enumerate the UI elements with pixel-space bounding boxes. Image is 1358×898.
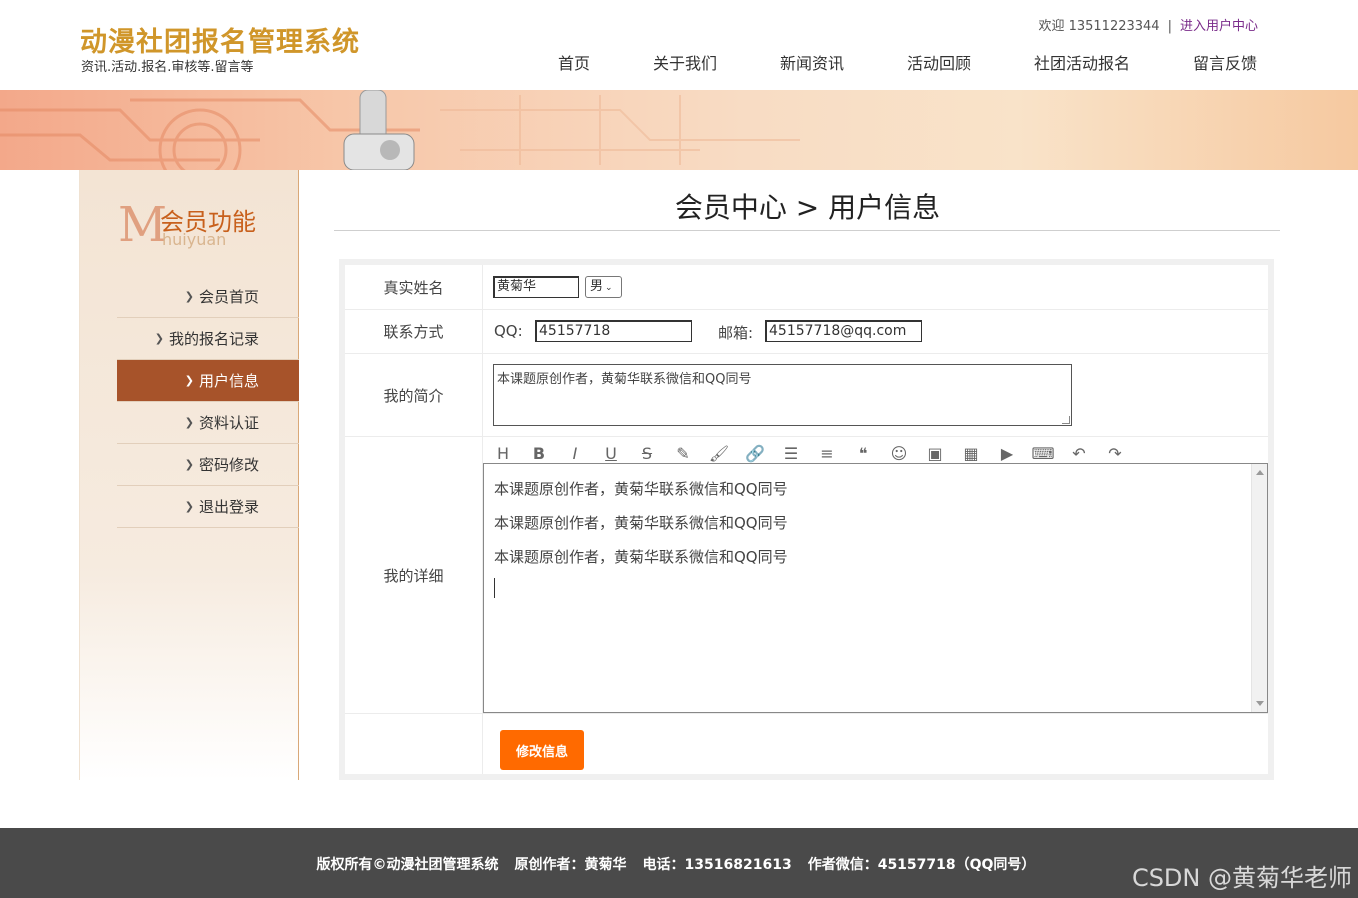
emoji-icon[interactable]: ☺ bbox=[887, 443, 911, 465]
intro-label: 我的简介 bbox=[345, 354, 483, 436]
footer-author: 原创作者：黄菊华 bbox=[515, 857, 627, 873]
undo-icon[interactable]: ↶ bbox=[1067, 443, 1091, 465]
footer: 版权所有©动漫社团管理系统原创作者：黄菊华电话：13516821613 作者微信：… bbox=[0, 828, 1358, 898]
list-icon[interactable]: ☰ bbox=[779, 443, 803, 465]
editor-scrollbar[interactable] bbox=[1251, 464, 1267, 712]
underline-icon[interactable]: U bbox=[599, 443, 623, 465]
chevron-down-icon: ⌄ bbox=[605, 283, 613, 293]
nav-feedback[interactable]: 留言反馈 bbox=[1193, 50, 1257, 74]
update-info-button[interactable]: 修改信息 bbox=[500, 730, 584, 770]
nav-news[interactable]: 新闻资讯 bbox=[780, 50, 844, 74]
email-label: 邮箱: bbox=[718, 322, 753, 343]
footer-phone: 电话：13516821613 bbox=[643, 857, 792, 873]
sidebar-item-logout[interactable]: ❯ 退出登录 bbox=[117, 486, 299, 528]
empty-label bbox=[345, 714, 483, 774]
strikethrough-icon[interactable]: S bbox=[635, 443, 659, 465]
quote-icon[interactable]: ❝ bbox=[851, 443, 875, 465]
user-info-form: 真实姓名 黄菊华 男⌄ 联系方式 QQ: 45157718 邮箱: 451577… bbox=[339, 259, 1274, 780]
robot-arm-icon bbox=[340, 90, 430, 170]
row-detail: 我的详细 H B I U S ✎ 🖌 🔗 ☰ ≡ ❝ ☺ ▣ ▦ ▶ ⌨ ↶ ↷… bbox=[345, 437, 1268, 714]
redo-icon[interactable]: ↷ bbox=[1103, 443, 1127, 465]
rich-text-editor[interactable]: 本课题原创作者，黄菊华联系微信和QQ同号 本课题原创作者，黄菊华联系微信和QQ同… bbox=[483, 463, 1268, 713]
detail-label: 我的详细 bbox=[345, 437, 483, 713]
row-contact: 联系方式 QQ: 45157718 邮箱: 45157718@qq.com bbox=[345, 310, 1268, 354]
intro-textarea[interactable]: 本课题原创作者，黄菊华联系微信和QQ同号 bbox=[493, 364, 1072, 426]
nav-home[interactable]: 首页 bbox=[558, 50, 590, 74]
sidebar-item-label: 退出登录 bbox=[199, 496, 259, 517]
user-center-link[interactable]: 进入用户中心 bbox=[1180, 19, 1258, 34]
main-nav: 首页 关于我们 新闻资讯 活动回顾 社团活动报名 留言反馈 bbox=[540, 50, 1280, 74]
chevron-right-icon: ❯ bbox=[185, 290, 194, 303]
nav-about[interactable]: 关于我们 bbox=[653, 50, 717, 74]
email-input[interactable]: 45157718@qq.com bbox=[765, 320, 922, 342]
sidebar-item-label: 密码修改 bbox=[199, 454, 259, 475]
sidebar-item-label: 资料认证 bbox=[199, 412, 259, 433]
gender-value: 男 bbox=[590, 279, 603, 294]
chevron-right-icon: ❯ bbox=[185, 500, 194, 513]
chevron-right-icon: ❯ bbox=[185, 374, 194, 387]
qq-label: QQ: bbox=[494, 322, 523, 340]
title-divider bbox=[334, 230, 1280, 231]
editor-paragraph: 本课题原创作者，黄菊华联系微信和QQ同号 bbox=[494, 478, 788, 499]
top-user-bar: 欢迎 13511223344 | 进入用户中心 bbox=[1038, 15, 1258, 34]
row-intro: 我的简介 本课题原创作者，黄菊华联系微信和QQ同号 bbox=[345, 354, 1268, 437]
resize-grip-icon[interactable] bbox=[1062, 416, 1070, 424]
align-icon[interactable]: ≡ bbox=[815, 443, 839, 465]
sidebar-item-label: 我的报名记录 bbox=[169, 328, 259, 349]
sidebar: M 会员功能 huiyuan ❯ 会员首页 ❯ 我的报名记录 ❯ 用户信息 ❯ 资料认证… bbox=[79, 170, 299, 780]
real-name-label: 真实姓名 bbox=[345, 265, 483, 309]
sidebar-heading-pinyin: huiyuan bbox=[162, 230, 226, 249]
video-icon[interactable]: ▶ bbox=[995, 443, 1019, 465]
chevron-right-icon: ❯ bbox=[155, 332, 164, 345]
highlighter-icon[interactable]: ✎ bbox=[671, 443, 695, 465]
banner bbox=[0, 90, 1358, 170]
row-submit bbox=[345, 714, 1268, 774]
site-title[interactable]: 动漫社团报名管理系统 bbox=[80, 20, 360, 59]
link-icon[interactable]: 🔗 bbox=[743, 443, 767, 465]
footer-wechat: 作者微信：45157718（QQ同号） bbox=[808, 857, 1036, 873]
sidebar-item-label: 会员首页 bbox=[199, 286, 259, 307]
sidebar-item-user-info[interactable]: ❯ 用户信息 bbox=[117, 360, 299, 402]
sidebar-item-password[interactable]: ❯ 密码修改 bbox=[117, 444, 299, 486]
nav-review[interactable]: 活动回顾 bbox=[907, 50, 971, 74]
italic-icon[interactable]: I bbox=[563, 443, 587, 465]
footer-copyright-text: 版权所有©动漫社团管理系统 bbox=[317, 857, 499, 873]
scroll-down-icon[interactable] bbox=[1256, 701, 1264, 706]
nav-signup[interactable]: 社团活动报名 bbox=[1034, 50, 1130, 74]
header: 动漫社团报名管理系统 资讯.活动.报名.审核等.留言等 欢迎 135112233… bbox=[0, 0, 1358, 90]
welcome-text: 欢迎 13511223344 bbox=[1038, 19, 1159, 34]
qq-input[interactable]: 45157718 bbox=[535, 320, 692, 342]
chevron-right-icon: ❯ bbox=[185, 416, 194, 429]
table-icon[interactable]: ▦ bbox=[959, 443, 983, 465]
gender-select[interactable]: 男⌄ bbox=[585, 276, 622, 298]
sidebar-item-signup-records[interactable]: ❯ 我的报名记录 bbox=[117, 318, 299, 360]
brush-icon[interactable]: 🖌 bbox=[707, 443, 731, 465]
sidebar-heading: M 会员功能 huiyuan bbox=[118, 200, 288, 250]
sidebar-item-home[interactable]: ❯ 会员首页 bbox=[117, 276, 299, 318]
separator: | bbox=[1168, 19, 1172, 34]
chevron-right-icon: ❯ bbox=[185, 458, 194, 471]
editor-paragraph: 本课题原创作者，黄菊华联系微信和QQ同号 bbox=[494, 512, 788, 533]
row-real-name: 真实姓名 黄菊华 男⌄ bbox=[345, 265, 1268, 310]
scroll-up-icon[interactable] bbox=[1256, 470, 1264, 475]
page-title: 会员中心 > 用户信息 bbox=[335, 186, 1280, 226]
text-caret bbox=[494, 578, 495, 598]
site-subtitle: 资讯.活动.报名.审核等.留言等 bbox=[81, 56, 254, 75]
image-icon[interactable]: ▣ bbox=[923, 443, 947, 465]
contact-label: 联系方式 bbox=[345, 310, 483, 353]
code-icon[interactable]: ⌨ bbox=[1031, 443, 1055, 465]
sidebar-item-verification[interactable]: ❯ 资料认证 bbox=[117, 402, 299, 444]
sidebar-item-label: 用户信息 bbox=[199, 370, 259, 391]
editor-paragraph: 本课题原创作者，黄菊华联系微信和QQ同号 bbox=[494, 546, 788, 567]
csdn-watermark: CSDN @黄菊华老师 bbox=[1132, 858, 1352, 893]
intro-text: 本课题原创作者，黄菊华联系微信和QQ同号 bbox=[497, 372, 751, 387]
bold-icon[interactable]: B bbox=[527, 443, 551, 465]
sidebar-menu: ❯ 会员首页 ❯ 我的报名记录 ❯ 用户信息 ❯ 资料认证 ❯ 密码修改 ❯ 退出登录 bbox=[117, 276, 299, 528]
heading-icon[interactable]: H bbox=[491, 443, 515, 465]
real-name-input[interactable]: 黄菊华 bbox=[493, 276, 579, 298]
